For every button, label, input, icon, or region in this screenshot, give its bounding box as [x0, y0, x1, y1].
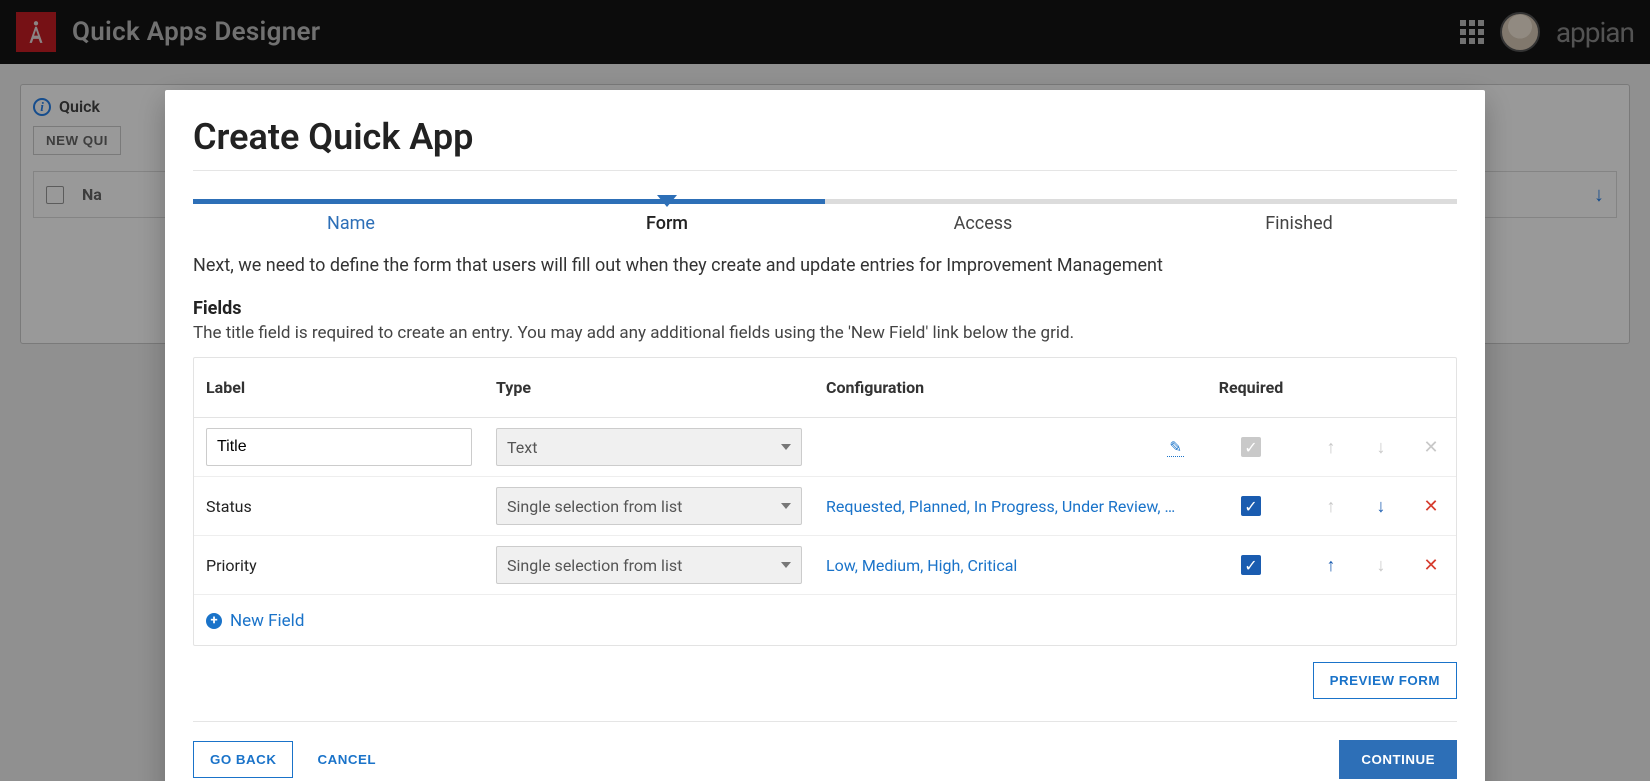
delete-icon: ✕: [1423, 437, 1438, 458]
required-checkbox[interactable]: ✓: [1241, 496, 1261, 516]
required-checkbox[interactable]: ✓: [1241, 555, 1261, 575]
go-back-button[interactable]: GO BACK: [193, 741, 293, 778]
col-configuration: Configuration: [814, 368, 1196, 407]
label-text: Status: [194, 487, 484, 526]
step-marker: [657, 195, 677, 207]
new-field-label: New Field: [230, 611, 304, 631]
configuration-cell[interactable]: Low, Medium, High, Critical: [814, 546, 1196, 585]
new-field-row: + New Field: [194, 594, 1456, 645]
continue-button[interactable]: CONTINUE: [1339, 740, 1457, 779]
fields-subtext: The title field is required to create an…: [193, 323, 1457, 343]
fields-grid: Label Type Configuration Required Text ✎ ✓…: [193, 357, 1457, 646]
modal-overlay: Create Quick App Name Form Access Finish…: [0, 0, 1650, 781]
label-text: Priority: [194, 546, 484, 585]
move-down-icon: ↓: [1377, 555, 1386, 576]
cancel-button[interactable]: CANCEL: [311, 742, 382, 777]
delete-icon[interactable]: ✕: [1423, 496, 1438, 517]
table-row: Status Single selection from list Requeste…: [194, 477, 1456, 536]
modal-title: Create Quick App: [193, 116, 1457, 171]
col-type: Type: [484, 368, 814, 407]
table-row: Priority Single selection from list Low, M…: [194, 536, 1456, 594]
step-progress: [193, 199, 825, 204]
step-name[interactable]: Name: [193, 213, 509, 234]
move-up-icon: ↑: [1327, 496, 1336, 517]
move-down-icon[interactable]: ↓: [1377, 496, 1386, 517]
move-down-icon: ↓: [1377, 437, 1386, 458]
chevron-down-icon: [781, 444, 791, 450]
label-input[interactable]: [206, 428, 472, 466]
required-checkbox: ✓: [1241, 437, 1261, 457]
step-form[interactable]: Form: [509, 213, 825, 234]
col-label: Label: [194, 368, 484, 407]
table-row: Text ✎ ✓ ↑ ↓ ✕: [194, 418, 1456, 477]
move-up-icon[interactable]: ↑: [1327, 555, 1336, 576]
type-select[interactable]: Single selection from list: [496, 487, 802, 525]
step-description: Next, we need to define the form that us…: [193, 255, 1457, 276]
create-quick-app-modal: Create Quick App Name Form Access Finish…: [165, 90, 1485, 781]
step-finished[interactable]: Finished: [1141, 213, 1457, 234]
fields-heading: Fields: [193, 298, 1457, 319]
grid-header: Label Type Configuration Required: [194, 358, 1456, 418]
configuration-cell[interactable]: Requested, Planned, In Progress, Under R…: [814, 487, 1196, 526]
chevron-down-icon: [781, 503, 791, 509]
wizard-stepper: Name Form Access Finished: [193, 199, 1457, 239]
chevron-down-icon: [781, 562, 791, 568]
type-select[interactable]: Single selection from list: [496, 546, 802, 584]
delete-icon[interactable]: ✕: [1423, 555, 1438, 576]
modal-footer: GO BACK CANCEL CONTINUE: [193, 721, 1457, 779]
edit-icon[interactable]: ✎: [1167, 438, 1184, 457]
col-required: Required: [1196, 368, 1306, 407]
move-up-icon: ↑: [1327, 437, 1336, 458]
configuration-cell: ✎: [814, 428, 1196, 467]
type-select[interactable]: Text: [496, 428, 802, 466]
step-access[interactable]: Access: [825, 213, 1141, 234]
new-field-link[interactable]: + New Field: [206, 611, 304, 631]
preview-form-button[interactable]: PREVIEW FORM: [1313, 662, 1457, 699]
plus-icon: +: [206, 613, 222, 629]
